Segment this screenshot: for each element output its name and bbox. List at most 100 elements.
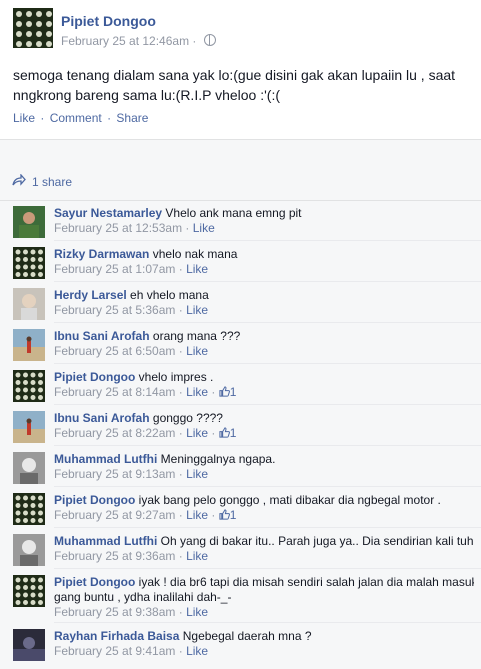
comment-timestamp[interactable]: February 25 at 9:13am [54,467,175,481]
comment-text-line: Sayur Nestamarley Vhelo ank mana emng pi… [54,206,474,221]
comment-like-link[interactable]: Like [186,467,208,481]
comment-like-link[interactable]: Like [186,385,208,399]
comment-author-name[interactable]: Pipiet Dongoo [54,370,135,384]
comment-author-name[interactable]: Ibnu Sani Arofah [54,411,150,425]
comment-timestamp[interactable]: February 25 at 12:53am [54,221,182,235]
comment-text: Vhelo ank mana emng pit [165,206,302,220]
comment-author-avatar[interactable] [13,247,45,279]
share-count[interactable]: 1 share [32,175,72,189]
comment-timestamp[interactable]: February 25 at 1:07am [54,262,175,276]
comment-text: Oh yang di bakar itu.. Parah juga ya.. D… [160,534,474,548]
comment-meta: February 25 at 12:53am · Like [54,221,215,235]
comment-timestamp[interactable]: February 25 at 5:36am [54,303,175,317]
comment-item: Rayhan Firhada Baisa Ngebegal daerah mna… [0,627,481,667]
comment-author-avatar[interactable] [13,370,45,402]
action-separator: · [107,111,112,125]
comment-author-avatar[interactable] [13,493,45,525]
comment-timestamp[interactable]: February 25 at 6:50am [54,344,175,358]
comment-author-name[interactable]: Rizky Darmawan [54,247,149,261]
comment-timestamp[interactable]: February 25 at 8:14am [54,385,175,399]
comment-like-count[interactable]: 1 [219,426,236,440]
comment-text: iyak bang pelo gonggo , mati dibakar dia… [138,493,441,507]
divider [54,322,481,323]
avatar-image [13,288,45,320]
comment-meta: February 25 at 1:07am · Like [54,262,209,276]
comment-text-line: Rayhan Firhada Baisa Ngebegal daerah mna… [54,629,474,644]
comment-author-name[interactable]: Pipiet Dongoo [54,575,135,589]
comment-author-avatar[interactable] [13,575,45,607]
comment-like-link[interactable]: Like [186,303,208,317]
comment-text: Ngebegal daerah mna ? [182,629,312,643]
comment-like-link[interactable]: Like [186,644,208,658]
comment-item: Ibnu Sani Arofah orang mana ??? February … [0,327,481,367]
comment-item: Pipiet Dongoo vhelo impres . February 25 … [0,368,481,408]
share-link[interactable]: Share [116,111,148,125]
comment-author-name[interactable]: Herdy Larsel [54,288,127,302]
comment-text-line: Muhammad Lutfhi Meninggalnya ngapa. [54,452,474,467]
divider [54,404,481,405]
thumbs-up-icon [219,509,230,520]
comment-text: iyak ! dia br6 tapi dia misah sendiri sa… [138,575,474,589]
comment-link[interactable]: Comment [50,111,102,125]
comment-like-link[interactable]: Like [186,262,208,276]
comment-text-line: Herdy Larsel eh vhelo mana [54,288,474,303]
comment-timestamp[interactable]: February 25 at 9:27am [54,508,175,522]
globe-icon[interactable] [203,34,216,46]
post-action-bar: Like · Comment · Share [13,111,150,125]
comment-author-avatar[interactable] [13,206,45,238]
comment-author-name[interactable]: Rayhan Firhada Baisa [54,629,179,643]
comment-author-name[interactable]: Muhammad Lutfhi [54,534,157,548]
comment-like-link[interactable]: Like [186,508,208,522]
thumbs-up-icon [219,386,230,397]
share-count-row[interactable]: 1 share [0,169,481,193]
comment-meta: February 25 at 6:50am · Like [54,344,209,358]
divider [54,486,481,487]
comment-like-count[interactable]: 1 [219,508,236,522]
divider [54,527,481,528]
avatar-image [13,8,53,48]
comment-timestamp[interactable]: February 25 at 9:36am [54,549,175,563]
avatar-image [13,629,45,661]
comment-author-name[interactable]: Ibnu Sani Arofah [54,329,150,343]
comment-like-link[interactable]: Like [186,426,208,440]
comment-meta: February 25 at 8:22am · Like · 1 [54,426,237,440]
comment-author-avatar[interactable] [13,534,45,566]
comment-item: Ibnu Sani Arofah gonggo ???? February 25 … [0,409,481,449]
divider [54,240,481,241]
post-author-avatar[interactable] [13,8,53,48]
comment-like-link[interactable]: Like [186,605,208,619]
post-timestamp-text[interactable]: February 25 at 12:46am [61,34,189,48]
comment-timestamp[interactable]: February 25 at 9:38am [54,605,175,619]
avatar-image [13,452,45,484]
comment-author-name[interactable]: Pipiet Dongoo [54,493,135,507]
comment-item: Pipiet Dongoo iyak ! dia br6 tapi dia mi… [0,573,481,619]
divider [54,445,481,446]
comment-timestamp[interactable]: February 25 at 9:41am [54,644,175,658]
like-link[interactable]: Like [13,111,35,125]
comment-author-name[interactable]: Sayur Nestamarley [54,206,162,220]
avatar-image [13,329,45,361]
comment-like-link[interactable]: Like [193,221,215,235]
comment-item: Herdy Larsel eh vhelo mana February 25 at… [0,286,481,326]
comment-text: orang mana ??? [152,329,241,343]
avatar-image [13,247,45,279]
comment-text: eh vhelo mana [130,288,209,302]
comment-timestamp[interactable]: February 25 at 8:22am [54,426,175,440]
comment-author-avatar[interactable] [13,411,45,443]
comment-like-link[interactable]: Like [186,549,208,563]
comment-text-line: Pipiet Dongoo iyak bang pelo gonggo , ma… [54,493,474,508]
comment-author-avatar[interactable] [13,288,45,320]
post-author-name[interactable]: Pipiet Dongoo [61,13,156,29]
comment-item: Muhammad Lutfhi Meninggalnya ngapa. Febru… [0,450,481,490]
avatar-image [13,206,45,238]
comment-like-link[interactable]: Like [186,344,208,358]
comment-author-name[interactable]: Muhammad Lutfhi [54,452,157,466]
comment-author-avatar[interactable] [13,629,45,661]
comment-text-line: Pipiet Dongoo iyak ! dia br6 tapi dia mi… [54,575,474,590]
comment-author-avatar[interactable] [13,329,45,361]
avatar-image [13,411,45,443]
comment-meta: February 25 at 9:36am · Like [54,549,209,563]
comment-item: Pipiet Dongoo iyak bang pelo gonggo , ma… [0,491,481,531]
comment-author-avatar[interactable] [13,452,45,484]
comment-like-count[interactable]: 1 [219,385,236,399]
